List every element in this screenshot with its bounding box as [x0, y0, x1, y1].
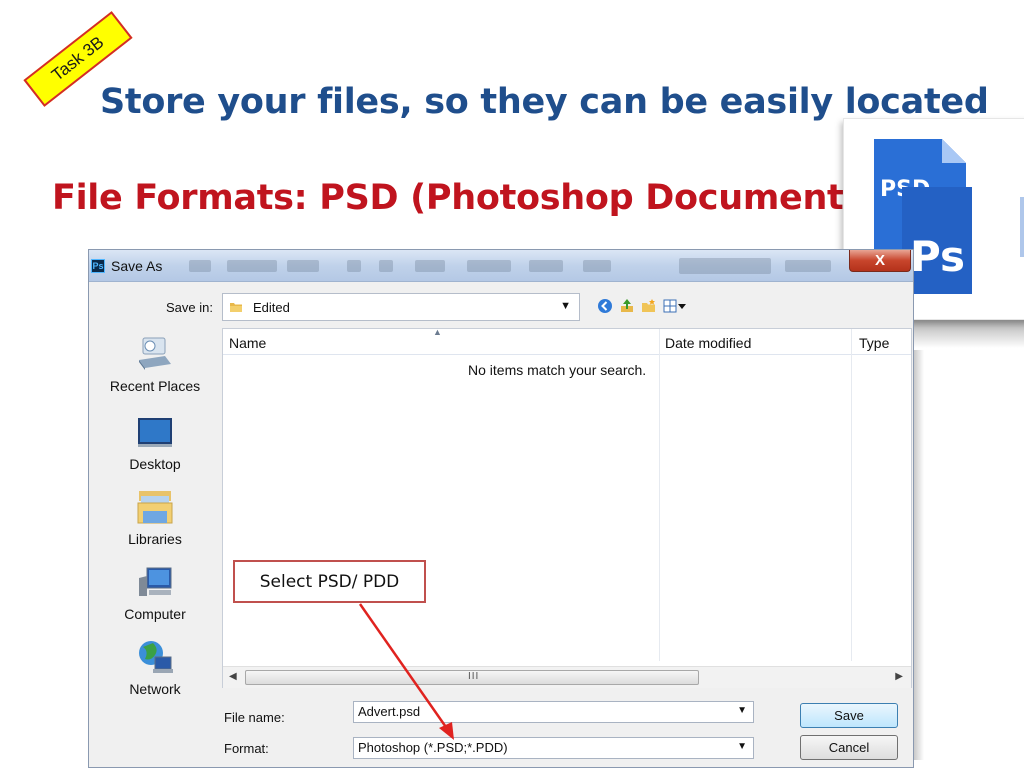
title-bar[interactable]: Ps Save As X [89, 250, 913, 282]
slide-subtitle: File Formats: PSD (Photoshop Document) [52, 178, 860, 218]
location-dropdown[interactable]: Edited ▼ [222, 293, 580, 321]
place-label: Desktop [129, 456, 181, 472]
sort-caret-icon: ▲ [433, 327, 442, 337]
psd-card-shadow [910, 320, 1024, 348]
ps-icon-text: Ps [910, 232, 965, 281]
place-label: Network [129, 681, 181, 697]
photoshop-app-icon: Ps [91, 259, 105, 273]
folder-icon [230, 303, 242, 312]
scroll-left-icon[interactable]: ◀ [229, 671, 237, 682]
libraries-icon [137, 491, 173, 524]
place-desktop[interactable]: Desktop [89, 412, 221, 472]
save-in-label: Save in: [166, 300, 213, 315]
location-text: Edited [253, 300, 290, 315]
format-label: Format: [224, 741, 269, 756]
ghost-menu-item [415, 260, 445, 272]
close-button[interactable]: X [849, 250, 911, 272]
empty-message: No items match your search. [468, 362, 647, 378]
ghost-menu-item [379, 260, 393, 272]
ghost-menu-item [583, 260, 611, 272]
column-date-modified[interactable]: Date modified [665, 335, 751, 351]
file-name-label: File name: [224, 710, 285, 725]
save-as-dialog: Ps Save As X Save in: Edited ▼ Recent Pl… [88, 249, 914, 768]
place-recent-places[interactable]: Recent Places [89, 334, 221, 394]
desktop-icon [138, 418, 172, 447]
place-label: Recent Places [109, 378, 201, 394]
format-dropdown[interactable]: Photoshop (*.PSD;*.PDD) ▼ [353, 737, 754, 759]
view-menu-icon[interactable] [663, 298, 687, 314]
recent-places-icon [139, 337, 171, 370]
back-icon[interactable] [597, 298, 613, 314]
place-libraries[interactable]: Libraries [89, 487, 221, 547]
place-network[interactable]: Network [89, 637, 221, 697]
chevron-down-icon[interactable]: ▼ [737, 741, 747, 752]
place-label: Computer [124, 606, 186, 622]
file-name-field[interactable]: Advert.psd ▼ [353, 701, 754, 723]
chevron-down-icon[interactable]: ▼ [737, 705, 747, 716]
ghost-menu-item [679, 258, 771, 274]
place-computer[interactable]: Computer [89, 562, 221, 622]
ghost-menu-item [529, 260, 563, 272]
ghost-menu-item [785, 260, 831, 272]
cancel-button[interactable]: Cancel [800, 735, 898, 760]
computer-icon [139, 567, 172, 596]
file-name-value: Advert.psd [358, 704, 421, 719]
slide-title: Store your files, so they can be easily … [100, 82, 989, 122]
callout-box: Select PSD/ PDD [233, 560, 426, 603]
format-value: Photoshop (*.PSD;*.PDD) [358, 740, 508, 755]
ghost-menu-item [189, 260, 211, 272]
dialog-title: Save As [111, 258, 163, 274]
dialog-side-shadow [914, 350, 924, 760]
column-header-row: Name ▲ Date modified Type [223, 327, 911, 355]
scroll-grip: III [468, 671, 480, 682]
horizontal-scrollbar[interactable]: ◀ III ▶ [223, 666, 911, 688]
column-separator [659, 329, 660, 661]
ghost-menu-item [347, 260, 361, 272]
file-list[interactable]: Name ▲ Date modified Type No items match… [222, 327, 912, 688]
up-folder-icon[interactable] [619, 298, 635, 314]
ghost-menu-item [287, 260, 319, 272]
column-separator [851, 329, 852, 661]
places-bar: Recent Places Desktop Libraries Computer… [89, 330, 221, 697]
column-type[interactable]: Type [859, 335, 889, 351]
ghost-menu-item [467, 260, 511, 272]
scroll-thumb[interactable]: III [245, 670, 699, 685]
column-name[interactable]: Name [229, 335, 266, 351]
scroll-right-icon[interactable]: ▶ [895, 671, 903, 682]
new-folder-icon[interactable] [641, 298, 657, 314]
network-icon [139, 641, 173, 673]
chevron-down-icon: ▼ [560, 300, 571, 312]
place-label: Libraries [128, 531, 182, 547]
save-button[interactable]: Save [800, 703, 898, 728]
ghost-menu-item [227, 260, 277, 272]
nav-toolbar [597, 296, 687, 316]
